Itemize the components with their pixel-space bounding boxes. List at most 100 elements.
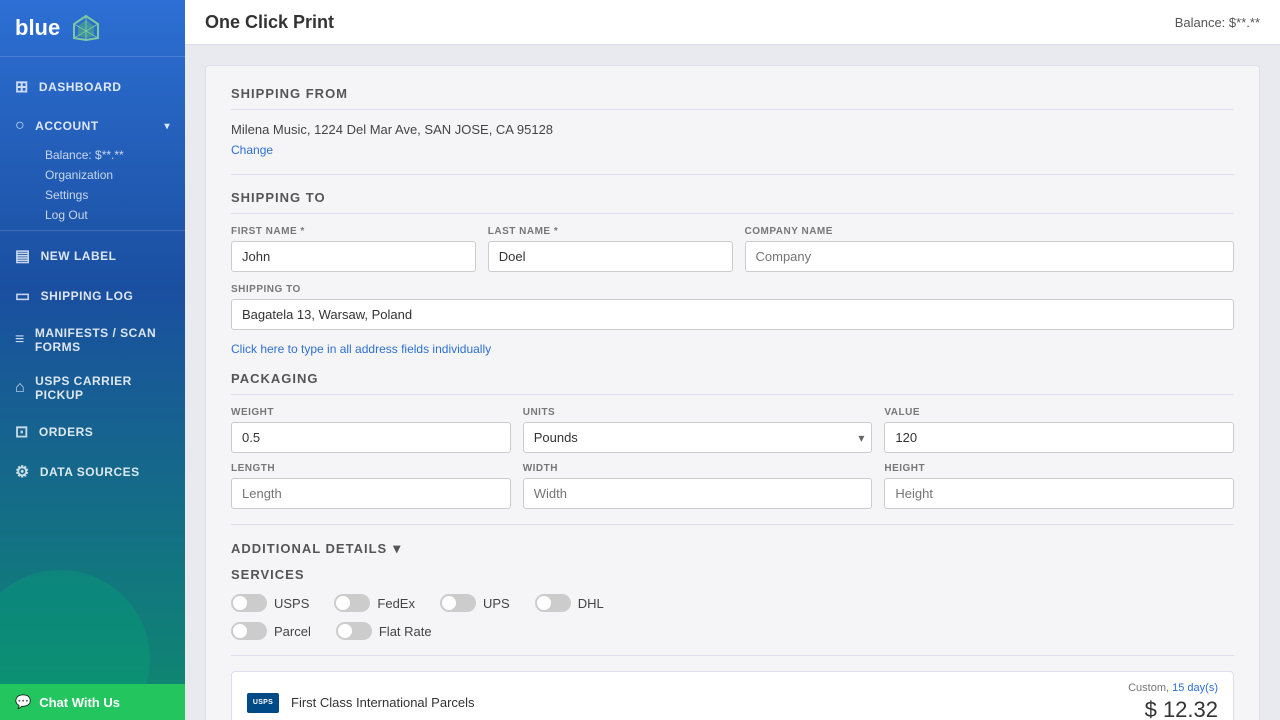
units-label: UNITS xyxy=(523,407,873,418)
sidebar-item-label: Account xyxy=(35,119,99,133)
last-name-input[interactable] xyxy=(488,241,733,272)
additional-details-toggle[interactable]: ADDITIONAL DETAILS ▾ xyxy=(231,540,1234,557)
height-label: HEIGHT xyxy=(884,463,1234,474)
shipping-to-address-group: SHIPPING TO xyxy=(231,284,1234,336)
first-name-input[interactable] xyxy=(231,241,476,272)
balance-label: Balance: $**.** xyxy=(45,148,124,162)
sidebar-item-manifests[interactable]: ≡ Manifests / Scan Forms xyxy=(0,316,185,364)
service-flat-rate: Flat Rate xyxy=(336,622,432,640)
sidebar-item-shipping-log[interactable]: ▭ Shipping Log xyxy=(0,276,185,316)
units-select[interactable]: Pounds Ounces Kilograms Grams xyxy=(523,422,873,453)
name-row: FIRST NAME * LAST NAME * COMPANY NAME xyxy=(231,226,1234,272)
chat-icon: 💬 xyxy=(15,694,31,710)
settings-label: Settings xyxy=(45,188,88,202)
width-group: WIDTH xyxy=(523,463,873,509)
orders-icon: ⊡ xyxy=(15,422,29,442)
chat-button[interactable]: 💬 Chat With Us xyxy=(0,684,185,720)
length-label: LENGTH xyxy=(231,463,511,474)
usps-pickup-icon: ⌂ xyxy=(15,379,25,397)
width-label: WIDTH xyxy=(523,463,873,474)
width-input[interactable] xyxy=(523,478,873,509)
service-fedex: FedEx xyxy=(334,594,415,612)
sidebar-item-data-sources[interactable]: ⚙ Data Sources xyxy=(0,452,185,492)
service-ups: UPS xyxy=(440,594,510,612)
main-content: One Click Print Balance: $**.** SHIPPING… xyxy=(185,0,1280,720)
shipping-form-card: SHIPPING FROM Milena Music, 1224 Del Mar… xyxy=(205,65,1260,720)
service-dhl: DHL xyxy=(535,594,604,612)
weight-label: WEIGHT xyxy=(231,407,511,418)
sidebar: blue ⊞ Dashboard ○ Account ▾ Balance: $*… xyxy=(0,0,185,720)
sidebar-item-account[interactable]: ○ Account ▾ xyxy=(0,107,185,145)
usps-label: USPS xyxy=(274,596,309,611)
length-input[interactable] xyxy=(231,478,511,509)
ups-toggle[interactable] xyxy=(440,594,476,612)
ups-label: UPS xyxy=(483,596,510,611)
sidebar-logo: blue xyxy=(0,0,185,57)
sidebar-item-label: New Label xyxy=(41,249,117,263)
fedex-toggle[interactable] xyxy=(334,594,370,612)
sidebar-sub-balance: Balance: $**.** xyxy=(0,145,185,165)
balance-value: $**.** xyxy=(1229,15,1260,30)
units-select-wrapper: Pounds Ounces Kilograms Grams ▾ xyxy=(523,422,873,453)
parcel-toggle[interactable] xyxy=(231,622,267,640)
first-name-group: FIRST NAME * xyxy=(231,226,476,272)
individual-fields-link[interactable]: Click here to type in all address fields… xyxy=(231,342,1234,356)
dashboard-icon: ⊞ xyxy=(15,77,29,97)
rate-meta-text-0: Custom, xyxy=(1128,682,1169,694)
services-title: SERVICES xyxy=(231,567,1234,582)
data-sources-icon: ⚙ xyxy=(15,462,30,482)
company-label: COMPANY NAME xyxy=(745,226,1235,237)
rate-meta-0: Custom, 15 day(s) xyxy=(1128,682,1218,694)
rate-card-0[interactable]: USPS First Class International Parcels C… xyxy=(231,671,1234,720)
shipping-to-address-input[interactable] xyxy=(231,299,1234,330)
length-group: LENGTH xyxy=(231,463,511,509)
value-input[interactable] xyxy=(884,422,1234,453)
account-icon: ○ xyxy=(15,117,25,135)
sidebar-item-usps-pickup[interactable]: ⌂ USPS Carrier Pickup xyxy=(0,364,185,412)
rate-left-0: USPS First Class International Parcels xyxy=(247,693,475,713)
sidebar-sub-organization[interactable]: Organization xyxy=(0,165,185,185)
sidebar-sub-settings[interactable]: Settings xyxy=(0,185,185,205)
brand-name: blue xyxy=(15,15,60,41)
company-input[interactable] xyxy=(745,241,1235,272)
expand-icon: ▾ xyxy=(164,121,170,132)
chevron-down-icon: ▾ xyxy=(393,540,401,557)
packaging-top-row: WEIGHT UNITS Pounds Ounces Kilograms Gra… xyxy=(231,407,1234,453)
last-name-label: LAST NAME * xyxy=(488,226,733,237)
last-name-group: LAST NAME * xyxy=(488,226,733,272)
rate-delivery-link-0[interactable]: 15 day(s) xyxy=(1172,682,1218,694)
sidebar-sub-logout[interactable]: Log Out xyxy=(0,205,185,225)
flat-rate-toggle[interactable] xyxy=(336,622,372,640)
usps-toggle[interactable] xyxy=(231,594,267,612)
parcel-label: Parcel xyxy=(274,624,311,639)
brand-icon xyxy=(70,12,102,44)
sidebar-item-label: Dashboard xyxy=(39,80,122,94)
height-group: HEIGHT xyxy=(884,463,1234,509)
chat-label: Chat With Us xyxy=(39,695,120,710)
sidebar-item-label: Data Sources xyxy=(40,465,140,479)
sidebar-item-dashboard[interactable]: ⊞ Dashboard xyxy=(0,67,185,107)
sidebar-item-label: Manifests / Scan Forms xyxy=(35,326,170,354)
sidebar-item-new-label[interactable]: ▤ New Label xyxy=(0,236,185,276)
sidebar-item-label: Orders xyxy=(39,425,93,439)
new-label-icon: ▤ xyxy=(15,246,31,266)
fedex-label: FedEx xyxy=(377,596,415,611)
service-usps: USPS xyxy=(231,594,309,612)
topbar: One Click Print Balance: $**.** xyxy=(185,0,1280,45)
dhl-label: DHL xyxy=(578,596,604,611)
balance-label: Balance: xyxy=(1175,15,1226,30)
dhl-toggle[interactable] xyxy=(535,594,571,612)
height-input[interactable] xyxy=(884,478,1234,509)
sidebar-item-orders[interactable]: ⊡ Orders xyxy=(0,412,185,452)
from-address: Milena Music, 1224 Del Mar Ave, SAN JOSE… xyxy=(231,122,1234,137)
weight-group: WEIGHT xyxy=(231,407,511,453)
additional-details-label: ADDITIONAL DETAILS xyxy=(231,541,387,556)
manifests-icon: ≡ xyxy=(15,331,25,349)
weight-input[interactable] xyxy=(231,422,511,453)
shipping-log-icon: ▭ xyxy=(15,286,31,306)
flat-rate-label: Flat Rate xyxy=(379,624,432,639)
services-row-1: USPS FedEx UPS DHL xyxy=(231,594,1234,612)
sidebar-navigation: ⊞ Dashboard ○ Account ▾ Balance: $**.** … xyxy=(0,57,185,502)
change-address-link[interactable]: Change xyxy=(231,143,273,157)
packaging-dimensions-row: LENGTH WIDTH HEIGHT xyxy=(231,463,1234,509)
